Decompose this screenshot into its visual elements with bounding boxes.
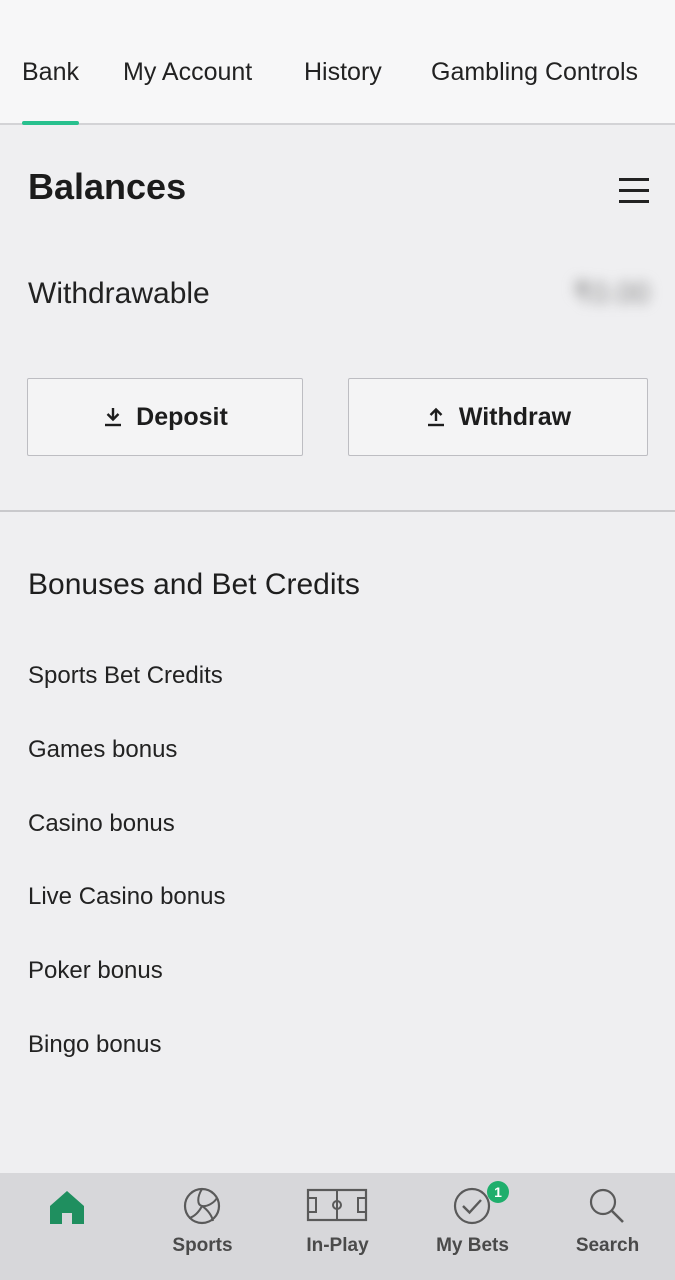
home-icon — [50, 1191, 84, 1224]
bonus-item-sports-bet-credits[interactable]: Sports Bet Credits — [28, 662, 223, 690]
tab-history[interactable]: History — [304, 58, 382, 87]
bonus-item-poker[interactable]: Poker bonus — [28, 957, 163, 985]
nav-my-bets[interactable]: 1 My Bets — [405, 1173, 540, 1280]
search-icon — [589, 1188, 624, 1223]
bonus-item-casino[interactable]: Casino bonus — [28, 810, 175, 838]
nav-in-play-label: In-Play — [306, 1235, 369, 1256]
tab-bank[interactable]: Bank — [22, 58, 79, 87]
bonus-item-bingo[interactable]: Bingo bonus — [28, 1031, 161, 1059]
active-tab-indicator — [22, 121, 79, 125]
deposit-button[interactable]: Deposit — [27, 378, 303, 456]
sports-ball-icon — [183, 1187, 221, 1225]
bonuses-section-title: Bonuses and Bet Credits — [28, 568, 360, 601]
pitch-icon — [306, 1188, 368, 1222]
upload-icon — [427, 407, 444, 427]
withdraw-label: Withdraw — [458, 402, 572, 431]
deposit-label: Deposit — [136, 402, 228, 431]
nav-home[interactable] — [0, 1173, 135, 1280]
top-tab-bar: Bank My Account History Gambling Control… — [0, 0, 675, 125]
bonus-item-live-casino[interactable]: Live Casino bonus — [28, 883, 225, 911]
bank-page: Bank My Account History Gambling Control… — [0, 0, 675, 1280]
my-bets-badge: 1 — [487, 1181, 509, 1203]
menu-icon[interactable] — [613, 172, 653, 208]
bottom-nav: Sports In-Play 1 My Bets Search — [0, 1173, 675, 1280]
nav-search[interactable]: Search — [540, 1173, 675, 1280]
page-title: Balances — [28, 166, 187, 207]
tab-my-account[interactable]: My Account — [123, 58, 252, 87]
tab-gambling-controls[interactable]: Gambling Controls — [431, 58, 638, 87]
withdrawable-label: Withdrawable — [28, 277, 210, 310]
bonus-item-games[interactable]: Games bonus — [28, 736, 177, 764]
nav-sports-label: Sports — [172, 1235, 233, 1256]
nav-my-bets-label: My Bets — [436, 1235, 509, 1256]
nav-sports[interactable]: Sports — [135, 1173, 270, 1280]
withdrawable-amount: ₹0.00 — [572, 277, 650, 310]
nav-in-play[interactable]: In-Play — [270, 1173, 405, 1280]
section-divider — [0, 510, 675, 512]
nav-search-label: Search — [575, 1235, 640, 1256]
download-icon — [105, 408, 122, 427]
withdraw-button[interactable]: Withdraw — [348, 378, 648, 456]
